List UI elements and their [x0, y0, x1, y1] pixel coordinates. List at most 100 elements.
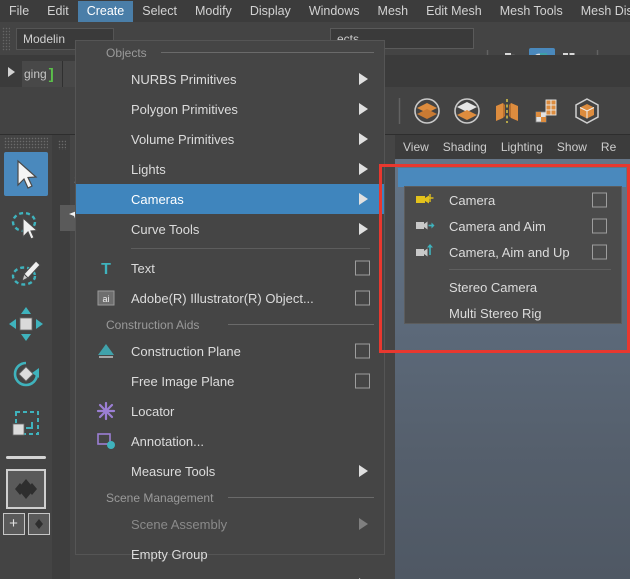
- menu-item-sets[interactable]: Sets: [76, 569, 384, 579]
- menubar-item-edit[interactable]: Edit: [38, 1, 78, 22]
- menu-item-locator[interactable]: Locator: [76, 396, 384, 426]
- submenu-arrow-icon: [359, 193, 368, 205]
- submenu-item-stereo-camera[interactable]: Stereo Camera: [405, 274, 621, 300]
- menu-separator: [131, 248, 370, 249]
- menu-item-label: Polygon Primitives: [131, 101, 238, 117]
- submenu-option-box[interactable]: [592, 244, 607, 260]
- menu-section-header-label: Construction Aids: [106, 317, 200, 332]
- menu-item-text[interactable]: T Text: [76, 253, 384, 283]
- viewport-menu-show[interactable]: Show: [557, 140, 587, 154]
- menu-set-value: Modelin: [23, 31, 66, 46]
- submenu-item-camera-and-aim[interactable]: Camera and Aim: [405, 213, 621, 239]
- menu-item-polygon-primitives[interactable]: Polygon Primitives: [76, 94, 384, 124]
- panel-left-strip: [52, 135, 70, 579]
- menubar-item-display[interactable]: Display: [241, 1, 300, 22]
- viewport-menu-shading[interactable]: Shading: [443, 140, 487, 154]
- secondary-panel-grip[interactable]: [58, 140, 66, 150]
- main-menu-bar: File Edit Create Select Modify Display Windows…: [0, 0, 630, 22]
- viewport-menu-view[interactable]: View: [403, 140, 429, 154]
- shelf-tab-bracket: ]: [48, 65, 54, 83]
- rotate-tool[interactable]: [4, 352, 48, 396]
- menu-item-label: Locator: [131, 403, 175, 419]
- submenu-arrow-icon: [359, 163, 368, 175]
- two-pane-layout[interactable]: [27, 513, 50, 535]
- camera-create-icon: [415, 192, 439, 208]
- submenu-arrow-icon: [359, 223, 368, 235]
- menu-item-label: Measure Tools: [131, 463, 216, 479]
- menu-item-annotation[interactable]: Annotation...: [76, 426, 384, 456]
- viewport-menu-bar: View Shading Lighting Show Re: [395, 135, 630, 159]
- menubar-item-mesh[interactable]: Mesh: [369, 1, 418, 22]
- four-view-layout[interactable]: +: [2, 513, 25, 535]
- submenu-item-camera-aim-and-up[interactable]: Camera, Aim and Up: [405, 239, 621, 265]
- menu-item-label: Free Image Plane: [131, 373, 235, 389]
- shelf-tab-ging[interactable]: ging]: [22, 61, 63, 87]
- menu-option-box[interactable]: [355, 290, 370, 306]
- cameras-submenu: Camera Camera and Aim Camera, Aim and Up St…: [404, 186, 622, 324]
- mirror-geometry-icon[interactable]: [487, 91, 527, 131]
- combine-mesh-icon[interactable]: [407, 91, 447, 131]
- menubar-item-modify[interactable]: Modify: [186, 1, 241, 22]
- toolbox-grip[interactable]: [4, 137, 48, 149]
- select-tool[interactable]: [4, 152, 48, 196]
- menu-item-empty-group[interactable]: Empty Group: [76, 539, 384, 569]
- menubar-item-windows[interactable]: Windows: [300, 1, 369, 22]
- create-menu-dropdown: Objects NURBS Primitives Polygon Primitive…: [75, 40, 385, 579]
- menu-item-label: Empty Group: [131, 546, 208, 562]
- menu-section-rule: [228, 497, 374, 498]
- cube-icon[interactable]: [567, 91, 607, 131]
- menu-item-label: Curve Tools: [131, 221, 200, 237]
- menu-item-label: NURBS Primitives: [131, 71, 237, 87]
- menu-item-free-image-plane[interactable]: Free Image Plane: [76, 366, 384, 396]
- scale-tool[interactable]: [4, 402, 48, 446]
- lasso-select-tool[interactable]: [4, 202, 48, 246]
- menubar-item-file[interactable]: File: [0, 1, 38, 22]
- menu-option-box[interactable]: [355, 260, 370, 276]
- viewport-menu-lighting[interactable]: Lighting: [501, 140, 543, 154]
- menu-item-lights[interactable]: Lights: [76, 154, 384, 184]
- menu-item-curve-tools[interactable]: Curve Tools: [76, 214, 384, 244]
- menubar-item-select[interactable]: Select: [133, 1, 186, 22]
- menubar-item-create[interactable]: Create: [77, 0, 134, 22]
- shelf-tab-label: ging: [24, 67, 47, 81]
- submenu-item-label: Camera, Aim and Up: [449, 244, 570, 260]
- submenu-item-multi-stereo-rig[interactable]: Multi Stereo Rig: [405, 300, 621, 326]
- viewport-menu-re[interactable]: Re: [601, 140, 616, 154]
- status-line-grip[interactable]: [2, 26, 10, 51]
- menu-section-header: Scene Management: [76, 486, 384, 509]
- submenu-arrow-icon: [359, 103, 368, 115]
- menu-item-label: Scene Assembly: [131, 516, 228, 532]
- menu-section-rule: [161, 52, 374, 53]
- locator-icon: [96, 401, 116, 421]
- menu-item-measure-tools[interactable]: Measure Tools: [76, 456, 384, 486]
- submenu-title-highlight: [398, 168, 626, 187]
- menu-option-box[interactable]: [355, 343, 370, 359]
- submenu-item-camera[interactable]: Camera: [405, 187, 621, 213]
- menu-item-adobe-r-illustrator-r-object[interactable]: ai Adobe(R) Illustrator(R) Object...: [76, 283, 384, 313]
- menu-item-construction-plane[interactable]: Construction Plane: [76, 336, 384, 366]
- menu-section-rule: [228, 324, 374, 325]
- menu-item-cameras[interactable]: Cameras: [76, 184, 384, 214]
- shelf-scroll-right-icon[interactable]: [0, 57, 22, 87]
- menubar-item-edit-mesh[interactable]: Edit Mesh: [417, 1, 491, 22]
- move-tool[interactable]: [4, 302, 48, 346]
- multi-cut-icon[interactable]: [527, 91, 567, 131]
- menu-item-label: Volume Primitives: [131, 131, 235, 147]
- submenu-option-box[interactable]: [592, 218, 607, 234]
- menu-item-nurbs-primitives[interactable]: NURBS Primitives: [76, 64, 384, 94]
- submenu-arrow-icon: [359, 133, 368, 145]
- menu-item-volume-primitives[interactable]: Volume Primitives: [76, 124, 384, 154]
- single-perspective-layout[interactable]: [6, 469, 46, 509]
- menubar-item-mesh-tools[interactable]: Mesh Tools: [491, 1, 572, 22]
- tool-box: +: [0, 135, 52, 579]
- illustrator-object-icon: ai: [96, 288, 116, 308]
- menu-item-label: Text: [131, 260, 155, 276]
- submenu-separator: [449, 269, 611, 270]
- submenu-option-box[interactable]: [592, 192, 607, 208]
- paint-select-tool[interactable]: [4, 252, 48, 296]
- menubar-item-mesh-displ[interactable]: Mesh Displ: [572, 1, 630, 22]
- annotation-icon: [96, 431, 116, 451]
- separate-mesh-icon[interactable]: [447, 91, 487, 131]
- submenu-item-label: Multi Stereo Rig: [449, 305, 542, 321]
- menu-option-box[interactable]: [355, 373, 370, 389]
